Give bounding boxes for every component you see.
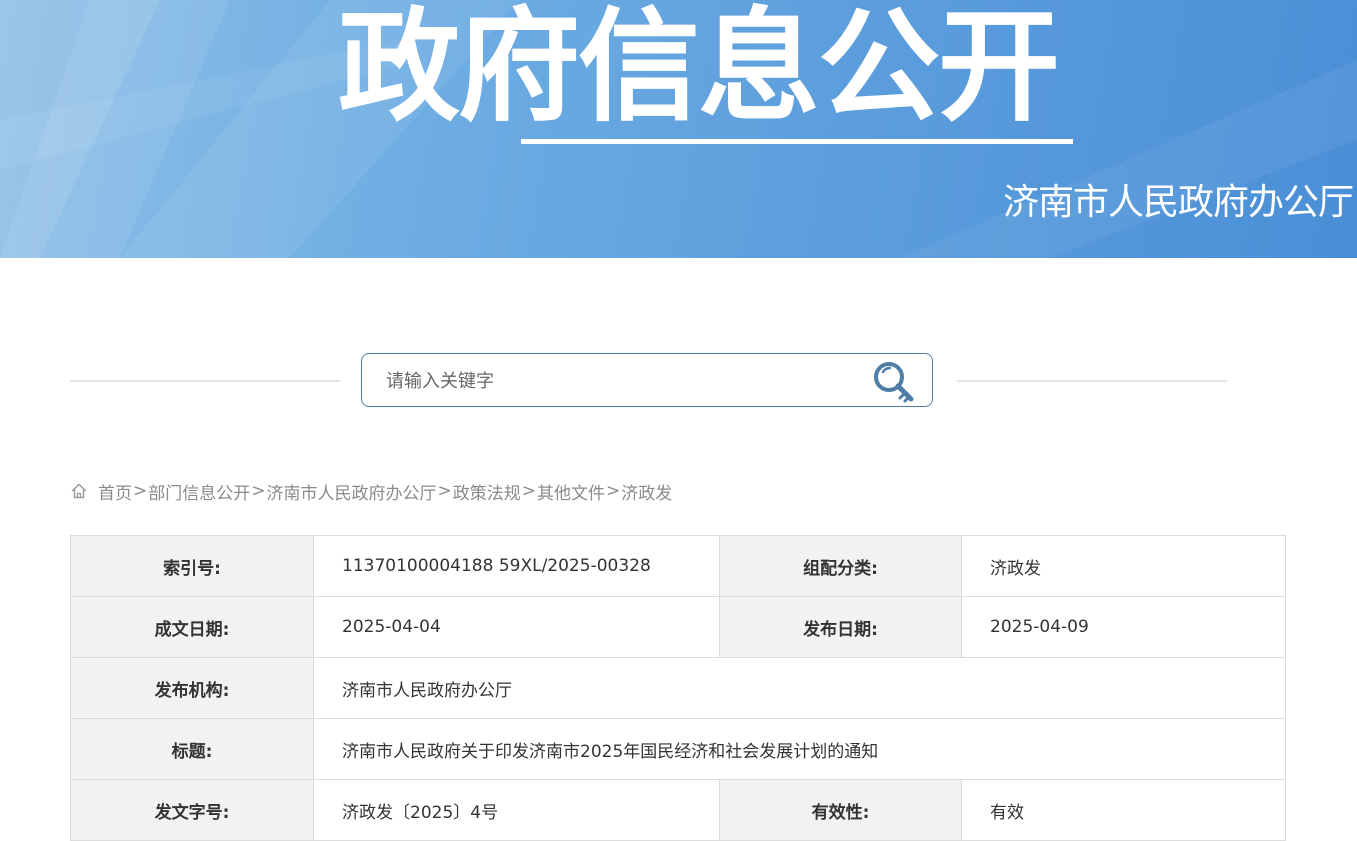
banner-underline (521, 139, 1073, 144)
publish-date-label: 发布日期: (719, 596, 962, 658)
table-row: 发布机构: 济南市人民政府办公厅 (70, 657, 1286, 719)
index-value: 11370100004188 59XL/2025-00328 (313, 535, 720, 597)
search-divider-right (957, 380, 1227, 382)
search-input[interactable] (384, 367, 848, 395)
validity-label: 有效性: (719, 779, 962, 841)
breadcrumb: 首页 > 部门信息公开 > 济南市人民政府办公厅 > 政策法规 > 其他文件 >… (70, 478, 672, 504)
home-icon (71, 483, 87, 499)
index-label: 索引号: (70, 535, 314, 597)
breadcrumb-gov-office[interactable]: 济南市人民政府办公厅 (267, 479, 437, 504)
table-row: 索引号: 11370100004188 59XL/2025-00328 组配分类… (70, 535, 1286, 597)
search-divider-left (70, 380, 340, 382)
publisher-value: 济南市人民政府办公厅 (313, 657, 1286, 719)
banner-org-name: 济南市人民政府办公厅 (1002, 182, 1354, 223)
title-label: 标题: (70, 718, 314, 780)
doc-number-label: 发文字号: (70, 779, 314, 841)
banner-title: 政府信息公开 (338, 0, 1060, 138)
breadcrumb-separator: > (133, 481, 148, 501)
breadcrumb-separator: > (606, 481, 621, 501)
publish-date-value: 2025-04-09 (961, 596, 1286, 658)
breadcrumb-policy[interactable]: 政策法规 (453, 479, 521, 504)
breadcrumb-home[interactable]: 首页 (98, 479, 132, 504)
written-date-label: 成文日期: (70, 596, 314, 658)
table-row: 发文字号: 济政发〔2025〕4号 有效性: 有效 (70, 779, 1286, 841)
table-row: 标题: 济南市人民政府关于印发济南市2025年国民经济和社会发展计划的通知 (70, 718, 1286, 780)
publisher-label: 发布机构: (70, 657, 314, 719)
written-date-value: 2025-04-04 (313, 596, 720, 658)
breadcrumb-dept-info[interactable]: 部门信息公开 (148, 479, 250, 504)
breadcrumb-separator: > (521, 481, 536, 501)
document-meta-table: 索引号: 11370100004188 59XL/2025-00328 组配分类… (70, 535, 1286, 841)
title-value: 济南市人民政府关于印发济南市2025年国民经济和社会发展计划的通知 (313, 718, 1286, 780)
breadcrumb-other-docs[interactable]: 其他文件 (537, 479, 605, 504)
breadcrumb-separator: > (437, 481, 452, 501)
table-row: 成文日期: 2025-04-04 发布日期: 2025-04-09 (70, 596, 1286, 658)
breadcrumb-jizhengfa[interactable]: 济政发 (621, 479, 672, 504)
category-value: 济政发 (961, 535, 1286, 597)
validity-value: 有效 (961, 779, 1286, 841)
category-label: 组配分类: (719, 535, 962, 597)
header-banner: 政府信息公开 济南市人民政府办公厅 (0, 0, 1357, 258)
search-box (361, 353, 933, 407)
search-icon[interactable] (870, 358, 918, 404)
doc-number-value: 济政发〔2025〕4号 (313, 779, 720, 841)
breadcrumb-separator: > (251, 481, 266, 501)
